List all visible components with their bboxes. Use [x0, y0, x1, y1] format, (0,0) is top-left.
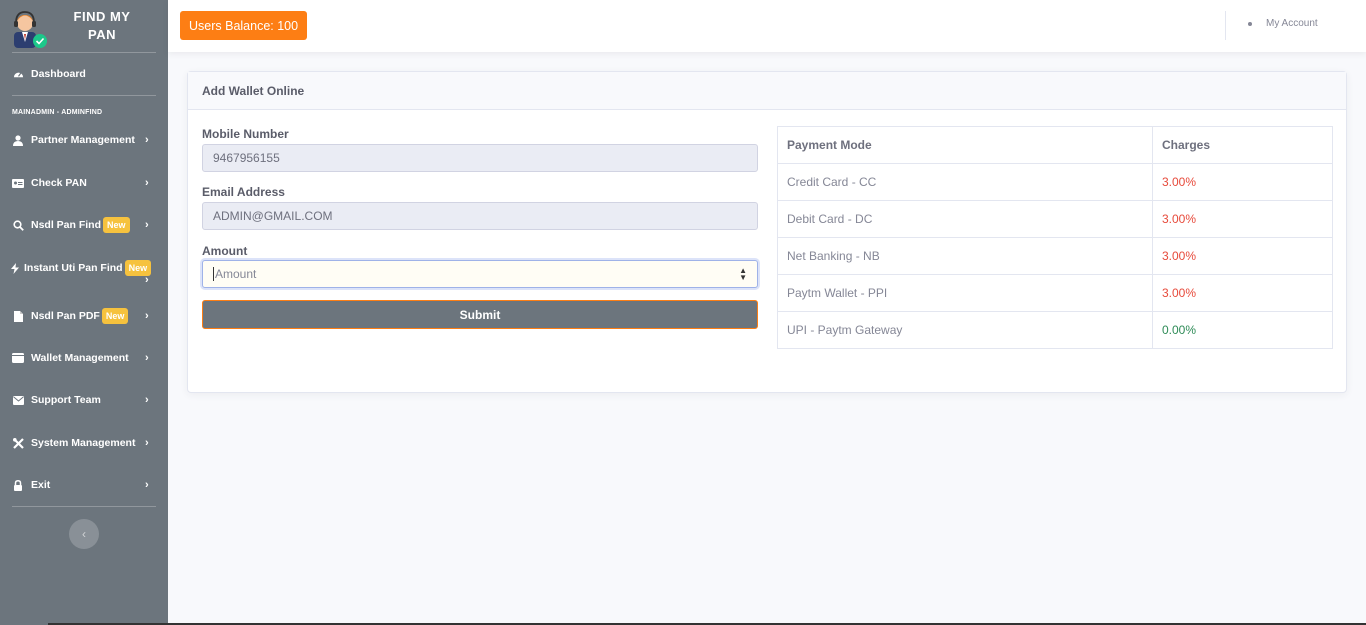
tools-icon — [12, 437, 24, 449]
sidebar-item-label: Check PAN — [31, 177, 87, 189]
id-card-icon — [12, 177, 24, 189]
sidebar-item-system-management[interactable]: System Management › — [0, 433, 168, 453]
email-address-label: Email Address — [202, 185, 285, 199]
number-spinner-icon[interactable]: ▲ ▼ — [739, 267, 747, 282]
sidebar-divider — [12, 52, 156, 53]
sidebar-divider — [12, 506, 156, 507]
sidebar-item-label: Nsdl Pan PDF New — [31, 308, 129, 324]
charge-cell: 3.00% — [1152, 200, 1333, 238]
brand[interactable]: FIND MY PAN — [0, 0, 168, 52]
amount-label: Amount — [202, 244, 248, 258]
sidebar-item-label: Dashboard — [31, 68, 86, 80]
sidebar: FIND MY PAN Dashboard MAINADMIN - ADMINF… — [0, 0, 168, 625]
topbar: Users Balance: 100 My Account — [168, 0, 1366, 52]
payment-charges-table: Payment Mode Charges Credit Card - CC 3.… — [777, 126, 1333, 349]
search-icon — [12, 219, 24, 231]
brand-name-line2: PAN — [88, 27, 116, 42]
table-row: Credit Card - CC 3.00% — [777, 163, 1333, 201]
new-badge: New — [101, 308, 129, 324]
payment-mode-cell: Credit Card - CC — [777, 163, 1153, 201]
brand-name: FIND MY PAN — [62, 8, 142, 44]
brand-name-line1: FIND MY — [73, 9, 131, 24]
charge-cell: 3.00% — [1152, 237, 1333, 275]
chevron-right-icon: › — [145, 177, 149, 189]
column-header: Charges — [1152, 126, 1333, 164]
amount-input[interactable]: Amount ▲ ▼ — [202, 260, 758, 288]
payment-mode-cell: Net Banking - NB — [777, 237, 1153, 275]
chevron-right-icon: › — [145, 310, 149, 322]
sidebar-item-support-team[interactable]: Support Team › — [0, 390, 168, 410]
charge-cell: 3.00% — [1152, 274, 1333, 312]
sidebar-item-exit[interactable]: Exit › — [0, 475, 168, 495]
chevron-right-icon: › — [145, 134, 149, 146]
sidebar-item-partner-management[interactable]: Partner Management › — [0, 130, 168, 150]
bullet-icon — [1248, 21, 1252, 26]
user-icon — [12, 134, 24, 146]
my-account-label: My Account — [1266, 18, 1318, 29]
sidebar-item-label: Instant Uti Pan Find New — [24, 260, 152, 276]
sidebar-item-label-text: Instant Uti Pan Find — [24, 261, 123, 274]
sidebar-item-label: Wallet Management — [31, 352, 129, 364]
bolt-icon — [9, 262, 21, 274]
chevron-right-icon: › — [145, 437, 149, 449]
sidebar-item-label: Partner Management — [31, 134, 135, 146]
sidebar-divider — [12, 95, 156, 96]
my-account-link[interactable]: My Account — [1248, 18, 1318, 29]
table-row: Debit Card - DC 3.00% — [777, 200, 1333, 238]
sidebar-item-label-text: Nsdl Pan Find — [31, 218, 102, 231]
chevron-right-icon: › — [145, 479, 149, 491]
payment-mode-cell: Debit Card - DC — [777, 200, 1153, 238]
table-row: UPI - Paytm Gateway 0.00% — [777, 311, 1333, 349]
chevron-right-icon: › — [145, 219, 149, 231]
sidebar-item-label: Nsdl Pan Find New — [31, 217, 130, 233]
topbar-divider — [1225, 11, 1226, 40]
table-header-row: Payment Mode Charges — [777, 126, 1333, 164]
table-row: Net Banking - NB 3.00% — [777, 237, 1333, 275]
mobile-number-label: Mobile Number — [202, 127, 289, 141]
mobile-number-field[interactable]: 9467956155 — [202, 144, 758, 172]
charge-cell: 3.00% — [1152, 163, 1333, 201]
support-agent-icon — [10, 6, 50, 48]
sidebar-item-label: Support Team — [31, 394, 101, 406]
add-wallet-card: Add Wallet Online Mobile Number 94679561… — [187, 71, 1347, 393]
sidebar-item-check-pan[interactable]: Check PAN › — [0, 173, 168, 193]
amount-placeholder: Amount — [213, 267, 257, 281]
new-badge: New — [103, 217, 130, 233]
charge-cell: 0.00% — [1152, 311, 1333, 349]
envelope-icon — [12, 394, 24, 406]
chevron-right-icon: › — [145, 394, 149, 406]
wallet-icon — [12, 352, 24, 364]
tachometer-icon — [12, 68, 24, 80]
users-balance-button[interactable]: Users Balance: 100 — [180, 11, 308, 40]
submit-button[interactable]: Submit — [202, 300, 758, 329]
sidebar-item-nsdl-pan-find[interactable]: Nsdl Pan Find New › — [0, 215, 168, 235]
chevron-right-icon: › — [145, 274, 149, 286]
sidebar-item-wallet-management[interactable]: Wallet Management › — [0, 348, 168, 368]
lock-icon — [12, 479, 24, 491]
sidebar-section-heading: MAINADMIN - ADMINFIND — [12, 109, 103, 116]
sidebar-item-dashboard[interactable]: Dashboard — [0, 64, 168, 84]
email-address-field[interactable]: ADMIN@GMAIL.COM — [202, 202, 758, 230]
payment-mode-cell: Paytm Wallet - PPI — [777, 274, 1153, 312]
column-header: Payment Mode — [777, 126, 1153, 164]
card-title: Add Wallet Online — [188, 72, 1346, 110]
sidebar-toggle-button[interactable]: ‹ — [69, 519, 99, 549]
sidebar-item-label: System Management — [31, 437, 136, 449]
table-row: Paytm Wallet - PPI 3.00% — [777, 274, 1333, 312]
sidebar-item-label: Exit — [31, 479, 51, 491]
chevron-right-icon: › — [145, 352, 149, 364]
payment-mode-cell: UPI - Paytm Gateway — [777, 311, 1153, 349]
sidebar-item-instant-uti-pan-find[interactable]: Instant Uti Pan Find New › — [0, 258, 168, 286]
file-icon — [12, 310, 24, 322]
sidebar-item-label-text: Nsdl Pan PDF — [31, 309, 100, 322]
chevron-left-icon: ‹ — [82, 527, 86, 541]
sidebar-item-nsdl-pan-pdf[interactable]: Nsdl Pan PDF New › — [0, 306, 168, 326]
